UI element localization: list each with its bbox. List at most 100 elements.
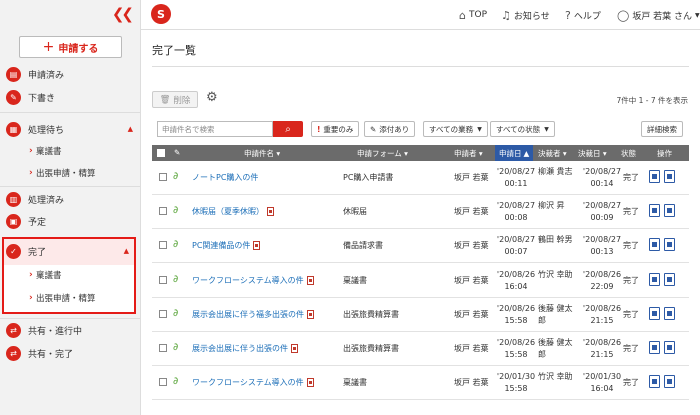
table-row[interactable]: ∂ 休暇届（夏季休暇） 休暇届 坂戸 若葉 '20/08/27 00:08 柳沢 昇 '20/…: [152, 195, 689, 230]
pdf-icon[interactable]: [307, 309, 314, 319]
row-name-link[interactable]: 展示会出展に伴う福多出張の件: [192, 309, 314, 320]
row-name-link[interactable]: ワークフローシステム導入の件: [192, 377, 314, 388]
share-icon[interactable]: [664, 341, 675, 354]
approve-time: 00:14: [590, 179, 614, 188]
row-apply-date: '20/08/27 00:08: [496, 200, 536, 224]
attached-only-button[interactable]: ✎ 添付あり: [364, 121, 416, 137]
table-row[interactable]: ∂ 展示会出展に伴う福多出張の件 出張旅費精算書 坂戸 若葉 '20/08/26 15:5…: [152, 298, 689, 332]
row-checkbox[interactable]: [159, 275, 167, 284]
copy-icon[interactable]: [649, 238, 660, 252]
col-name[interactable]: 申請件名 ▾: [244, 148, 280, 159]
search-input[interactable]: 申請件名で検索: [157, 121, 273, 137]
paperclip-icon: ∂: [173, 171, 179, 182]
chevron-down-icon: ▼: [544, 125, 549, 133]
paperclip-icon: ∂: [173, 307, 179, 319]
copy-icon[interactable]: [649, 272, 660, 286]
row-applicant: 坂戸 若葉: [454, 207, 489, 217]
col-applicant[interactable]: 申請者 ▾: [454, 148, 483, 159]
row-approve-date: '20/08/27 00:13: [582, 234, 622, 258]
col-approver-label: 決裁者: [538, 149, 561, 158]
copy-icon[interactable]: [649, 306, 660, 320]
row-name-link[interactable]: PC関連備品の件: [192, 240, 261, 251]
sidebar-item-shared-done[interactable]: ⇄ 共有・完了: [0, 342, 141, 364]
col-form[interactable]: 申請フォーム ▾: [357, 148, 408, 159]
table-header: ✎ 申請件名 ▾ 申請フォーム ▾ 申請者 ▾ 申請日 ▲ 決裁者 ▾ 決裁日 …: [152, 145, 689, 161]
row-checkbox[interactable]: [159, 241, 167, 250]
apply-time: 15:58: [504, 350, 528, 359]
approve-date: '20/08/27: [582, 235, 622, 245]
row-form: 休暇届: [343, 207, 367, 217]
row-approve-date: '20/08/26 21:15: [582, 337, 622, 361]
col-approver[interactable]: 決裁者 ▾: [538, 148, 567, 159]
row-checkbox[interactable]: [159, 378, 167, 387]
status-filter-select[interactable]: すべての状態 ▼: [490, 121, 555, 137]
share-icon[interactable]: [664, 272, 675, 286]
share-icon[interactable]: [664, 238, 675, 252]
approve-date: '20/08/26: [582, 303, 622, 313]
header-notice-link[interactable]: ♫ お知らせ: [501, 0, 550, 30]
table-row[interactable]: ∂ 展示会出展に伴う出張の件 出張旅費精算書 坂戸 若葉 '20/08/26 15:58 後…: [152, 332, 689, 366]
copy-icon[interactable]: [649, 375, 660, 389]
row-status: 完了: [623, 207, 639, 217]
row-name-link[interactable]: ワークフローシステム導入の件: [192, 275, 314, 286]
paperclip-icon: ✎: [370, 124, 377, 134]
sidebar-collapse[interactable]: ❮❮: [0, 0, 141, 30]
copy-icon[interactable]: [649, 341, 660, 354]
header-top-link[interactable]: ⌂ TOP: [459, 0, 487, 30]
sidebar-subitem-done-travel[interactable]: › 出張申請・精算: [0, 288, 141, 308]
sidebar-subitem-pending-ringi[interactable]: › 稟議書: [0, 141, 141, 161]
copy-icon[interactable]: [649, 170, 660, 183]
sidebar-item-done[interactable]: ✓ 完了 ▲: [0, 240, 141, 262]
approve-date: '20/08/26: [582, 269, 622, 279]
row-status: 完了: [623, 309, 639, 319]
table-row[interactable]: ∂ ノートPC購入の件 PC購入申請書 坂戸 若葉 '20/08/27 00:11 柳瀬 貴…: [152, 161, 689, 195]
important-only-button[interactable]: ! 重要のみ: [311, 121, 360, 137]
share-icon[interactable]: [664, 204, 675, 218]
row-name-link[interactable]: ノートPC購入の件: [192, 172, 258, 183]
header-help-link[interactable]: ? ヘルプ: [565, 0, 601, 30]
share-icon[interactable]: [664, 375, 675, 389]
delete-button[interactable]: 🗑 削除: [152, 91, 198, 108]
apply-button[interactable]: + 申請する: [19, 36, 122, 58]
select-all-checkbox[interactable]: [157, 149, 165, 157]
sidebar-item-scheduled[interactable]: ▣ 予定: [0, 210, 141, 232]
sidebar-item-shared-progress[interactable]: ⇄ 共有・進行中: [0, 319, 141, 341]
sidebar-item-processed[interactable]: ▥ 処理済み: [0, 188, 141, 210]
copy-icon[interactable]: [649, 204, 660, 218]
sidebar-subitem-pending-travel[interactable]: › 出張申請・精算: [0, 163, 141, 183]
sidebar-item-pending[interactable]: ▦ 処理待ち ▲: [0, 118, 141, 140]
sidebar-item-draft[interactable]: ✎ 下書き: [0, 86, 141, 108]
search-button[interactable]: ⌕: [273, 121, 303, 137]
header-user-menu[interactable]: ◯ 坂戸 若葉 さん ▼: [617, 0, 700, 30]
row-name-link[interactable]: 展示会出展に伴う出張の件: [192, 343, 298, 354]
main-content: 完了一覧 🗑 削除 ⚙ 7件中 1 - 7 件を表示 申請件名で検索 ⌕ ! 重…: [141, 30, 700, 415]
row-name-link[interactable]: 休暇届（夏季休暇）: [192, 206, 274, 217]
double-chevron-left-icon[interactable]: ❮❮: [112, 5, 134, 23]
sidebar-subitem-done-ringi[interactable]: › 稟議書: [0, 265, 141, 285]
pdf-icon[interactable]: [306, 275, 314, 285]
app-logo[interactable]: S: [151, 4, 171, 24]
share-icon[interactable]: [664, 170, 675, 183]
gear-icon[interactable]: ⚙: [206, 90, 218, 105]
pdf-icon[interactable]: [291, 344, 298, 353]
pdf-icon[interactable]: [253, 241, 261, 251]
table-row[interactable]: ∂ PC関連備品の件 備品請求書 坂戸 若葉 '20/08/27 00:07 鶴田 幹男 '2…: [152, 229, 689, 264]
col-apply-date[interactable]: 申請日 ▲: [495, 145, 534, 161]
row-checkbox[interactable]: [159, 207, 167, 216]
table-row[interactable]: ∂ ワークフローシステム導入の件 稟議書 坂戸 若葉 '20/08/26 16:04 竹沢 …: [152, 264, 689, 298]
pdf-icon[interactable]: [306, 378, 314, 388]
share-icon[interactable]: [664, 306, 675, 320]
table-row[interactable]: ∂ ワークフローシステム導入の件 稟議書 坂戸 若葉 '20/01/30 15:58 竹沢 …: [152, 366, 689, 401]
col-approve-date-label: 決裁日: [578, 149, 601, 158]
row-checkbox[interactable]: [159, 344, 167, 352]
detail-search-button[interactable]: 詳細検索: [641, 121, 683, 137]
business-filter-select[interactable]: すべての業務 ▼: [423, 121, 488, 137]
pdf-icon[interactable]: [267, 207, 274, 217]
sidebar-item-applied[interactable]: ▤ 申請済み: [0, 63, 141, 85]
row-status: 完了: [623, 378, 639, 388]
row-status: 完了: [623, 344, 639, 353]
row-checkbox[interactable]: [159, 309, 167, 318]
row-applicant: 坂戸 若葉: [454, 378, 489, 388]
col-approve-date[interactable]: 決裁日 ▾: [578, 148, 607, 159]
row-checkbox[interactable]: [159, 173, 167, 181]
